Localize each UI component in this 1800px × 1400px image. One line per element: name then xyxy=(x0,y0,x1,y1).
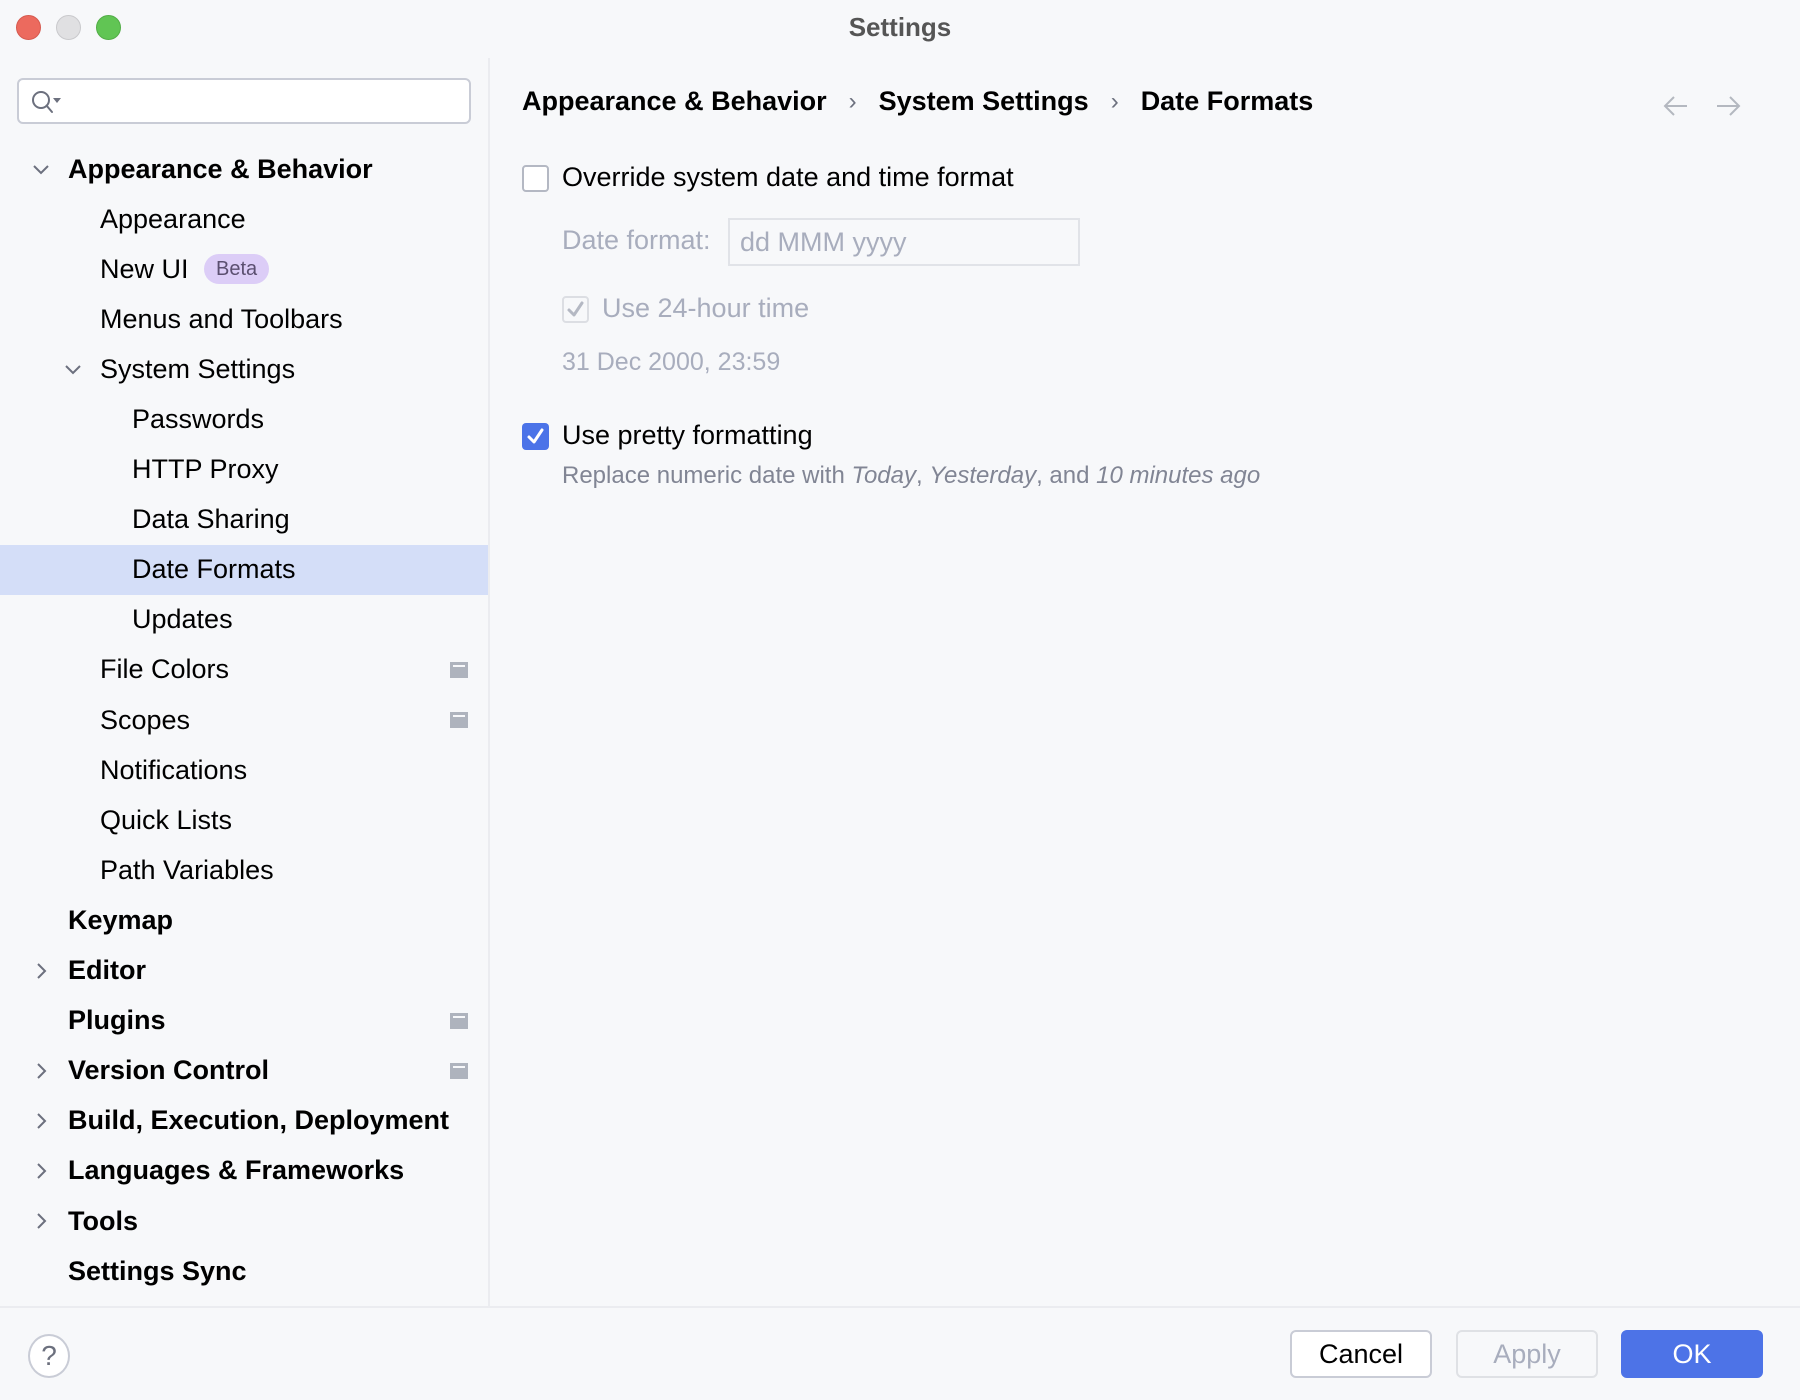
beta-badge: Beta xyxy=(204,254,270,285)
settings-sidebar: Appearance & Behavior Appearance New UI Bet… xyxy=(0,58,488,1306)
search-icon[interactable] xyxy=(29,88,63,116)
use-24-hour-label: Use 24-hour time xyxy=(602,293,810,323)
ok-button[interactable]: OK xyxy=(1621,1330,1763,1378)
sidebar-item-label: HTTP Proxy xyxy=(132,454,279,485)
sidebar-item-label: Plugins xyxy=(68,1005,166,1036)
sidebar-item-notifications[interactable]: Notifications xyxy=(0,745,488,795)
sidebar-item-label: Passwords xyxy=(132,404,265,435)
sidebar-item-quick-lists[interactable]: Quick Lists xyxy=(0,795,488,845)
sidebar-item-updates[interactable]: Updates xyxy=(0,595,488,645)
pretty-formatting-checkbox[interactable] xyxy=(522,423,549,450)
chevron-right-icon[interactable] xyxy=(30,1060,52,1082)
sidebar-item-editor[interactable]: Editor xyxy=(0,946,488,996)
sidebar-item-appearance[interactable]: Appearance xyxy=(0,194,488,244)
sidebar-item-scopes[interactable]: Scopes xyxy=(0,695,488,745)
hint-sep: , and xyxy=(1036,462,1097,489)
sidebar-item-new-ui[interactable]: New UI Beta xyxy=(0,244,488,294)
sidebar-item-passwords[interactable]: Passwords xyxy=(0,394,488,444)
sidebar-item-file-colors[interactable]: File Colors xyxy=(0,645,488,695)
settings-tree: Appearance & Behavior Appearance New UI Bet… xyxy=(0,144,488,1296)
apply-button[interactable]: Apply xyxy=(1456,1330,1598,1378)
sidebar-item-label: Date Formats xyxy=(132,554,296,585)
forward-arrow-icon[interactable] xyxy=(1714,94,1742,118)
sidebar-item-date-formats[interactable]: Date Formats xyxy=(0,544,488,595)
sidebar-item-system-settings[interactable]: System Settings xyxy=(0,344,488,394)
breadcrumb-item[interactable]: Appearance & Behavior xyxy=(522,86,827,117)
sidebar-item-label: System Settings xyxy=(100,353,296,384)
chevron-down-icon[interactable] xyxy=(30,158,52,180)
sidebar-item-label: Menus and Toolbars xyxy=(100,303,343,334)
project-level-icon xyxy=(450,1012,468,1029)
project-level-icon xyxy=(450,712,468,729)
sidebar-item-version-control[interactable]: Version Control xyxy=(0,1046,488,1096)
window-title: Settings xyxy=(848,12,952,42)
sidebar-item-label: Languages & Frameworks xyxy=(68,1155,405,1186)
check-icon xyxy=(567,301,584,317)
help-button[interactable]: ? xyxy=(28,1334,70,1378)
sidebar-item-label: New UI xyxy=(100,253,189,284)
hint-sep: , xyxy=(915,462,930,489)
sidebar-item-label: Tools xyxy=(68,1205,138,1236)
sidebar-item-label: Updates xyxy=(132,604,233,635)
date-format-input[interactable]: dd MMM yyyy xyxy=(728,218,1080,266)
footer-divider xyxy=(0,1306,1800,1308)
project-level-icon xyxy=(450,1062,468,1079)
sidebar-item-label: Build, Execution, Deployment xyxy=(68,1105,450,1136)
sidebar-item-label: File Colors xyxy=(100,654,230,685)
sidebar-item-label: Version Control xyxy=(68,1055,270,1086)
sidebar-item-plugins[interactable]: Plugins xyxy=(0,996,488,1046)
sidebar-item-label: Notifications xyxy=(100,754,248,785)
breadcrumb-separator-icon: › xyxy=(848,87,857,115)
sidebar-item-menus-and-toolbars[interactable]: Menus and Toolbars xyxy=(0,294,488,344)
search-input[interactable] xyxy=(67,80,461,124)
chevron-down-icon[interactable] xyxy=(62,358,84,380)
settings-window: Settings Appearance & Behavior Appearance… xyxy=(0,0,1800,1400)
pretty-formatting-label[interactable]: Use pretty formatting xyxy=(562,420,813,451)
sidebar-item-label: Settings Sync xyxy=(68,1255,247,1286)
breadcrumb: Appearance & Behavior › System Settings … xyxy=(522,86,1313,117)
sidebar-item-label: Appearance & Behavior xyxy=(68,153,373,184)
sidebar-item-keymap[interactable]: Keymap xyxy=(0,895,488,945)
chevron-right-icon[interactable] xyxy=(30,1160,52,1182)
sidebar-item-label: Quick Lists xyxy=(100,804,233,835)
sidebar-item-label: Path Variables xyxy=(100,854,274,885)
settings-search-field[interactable] xyxy=(17,78,471,124)
sidebar-item-settings-sync[interactable]: Settings Sync xyxy=(0,1246,488,1296)
breadcrumb-separator-icon: › xyxy=(1110,87,1119,115)
check-icon xyxy=(527,428,544,444)
breadcrumb-item[interactable]: System Settings xyxy=(879,86,1089,117)
hint-ago: 10 minutes ago xyxy=(1096,462,1261,489)
sidebar-item-label: Keymap xyxy=(68,904,174,935)
sidebar-item-build-execution-deployment[interactable]: Build, Execution, Deployment xyxy=(0,1096,488,1146)
sidebar-item-label: Scopes xyxy=(100,704,191,735)
hint-today: Today xyxy=(851,462,916,489)
back-arrow-icon[interactable] xyxy=(1662,94,1690,118)
sidebar-item-languages-frameworks[interactable]: Languages & Frameworks xyxy=(0,1146,488,1196)
override-format-label[interactable]: Override system date and time format xyxy=(562,162,1014,193)
use-24-hour-checkbox[interactable] xyxy=(562,296,589,323)
settings-content: Appearance & Behavior › System Settings … xyxy=(490,58,1800,1306)
sidebar-item-http-proxy[interactable]: HTTP Proxy xyxy=(0,445,488,495)
date-preview: 31 Dec 2000, 23:59 xyxy=(562,348,781,376)
breadcrumb-item-current: Date Formats xyxy=(1140,86,1314,116)
sidebar-item-label: Appearance xyxy=(100,203,246,234)
sidebar-item-path-variables[interactable]: Path Variables xyxy=(0,845,488,895)
sidebar-item-label: Editor xyxy=(68,955,146,986)
override-format-checkbox[interactable] xyxy=(522,165,549,192)
hint-prefix: Replace numeric date with xyxy=(562,462,852,489)
pretty-formatting-hint: Replace numeric date with Today, Yesterd… xyxy=(562,462,1260,490)
hint-yesterday: Yesterday xyxy=(929,462,1037,489)
sidebar-item-tools[interactable]: Tools xyxy=(0,1196,488,1246)
sidebar-item-appearance-behavior[interactable]: Appearance & Behavior xyxy=(0,144,488,194)
sidebar-item-label: Data Sharing xyxy=(132,504,290,535)
date-format-label: Date format: xyxy=(562,225,711,255)
chevron-right-icon[interactable] xyxy=(30,960,52,982)
sidebar-item-data-sharing[interactable]: Data Sharing xyxy=(0,495,488,545)
chevron-right-icon[interactable] xyxy=(30,1210,52,1232)
chevron-right-icon[interactable] xyxy=(30,1110,52,1132)
cancel-button[interactable]: Cancel xyxy=(1290,1330,1432,1378)
project-level-icon xyxy=(450,661,468,678)
